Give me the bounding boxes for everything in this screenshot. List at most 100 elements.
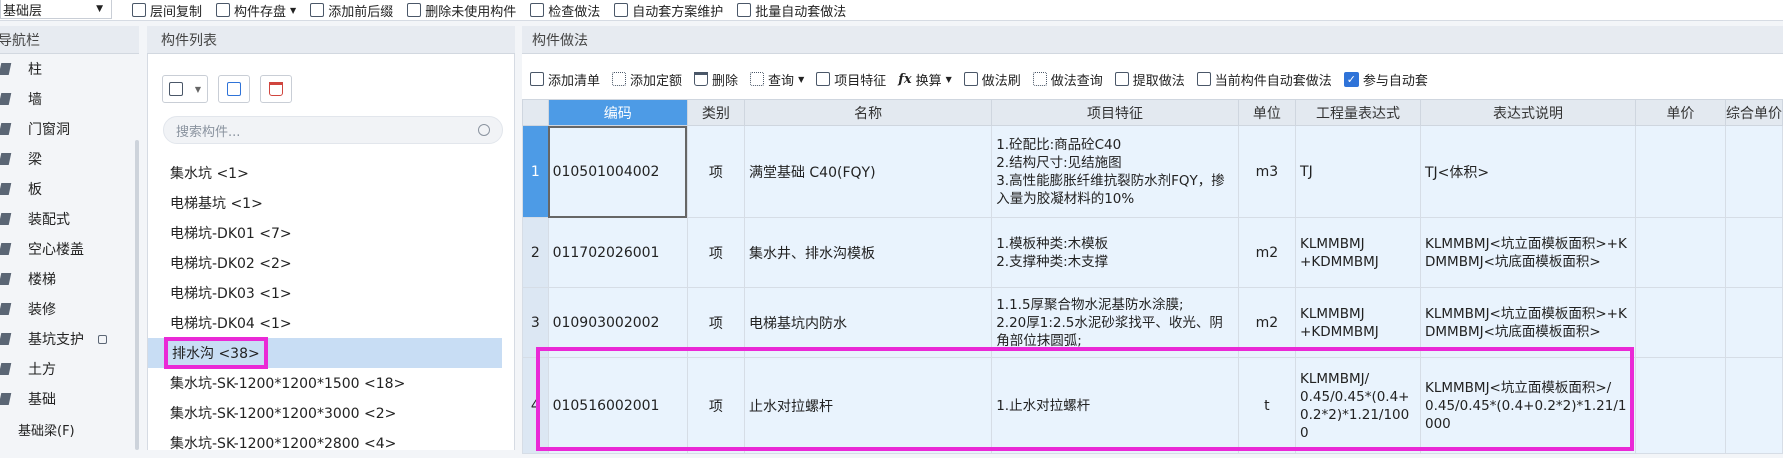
column-header[interactable]: 工程量表达式 <box>1295 99 1421 126</box>
total-price-cell[interactable] <box>1724 217 1783 288</box>
add-prefix-suffix-button[interactable]: 添加前后缀 <box>310 1 393 20</box>
code-cell[interactable]: 011702026001 <box>547 217 688 288</box>
desc-cell[interactable]: TJ<体积> <box>1420 125 1636 218</box>
unit-cell[interactable]: m2 <box>1237 217 1297 288</box>
convert-button[interactable]: fx 换算 ▼ <box>898 70 952 89</box>
price-cell[interactable] <box>1634 217 1726 288</box>
list-item[interactable]: 电梯坑-DK03 <1> <box>148 278 514 308</box>
current-auto-button[interactable]: 当前构件自动套做法 <box>1196 70 1332 89</box>
list-item[interactable]: 电梯基坑 <1> <box>148 188 514 218</box>
row-number[interactable]: 3 <box>522 287 549 358</box>
total-price-cell[interactable] <box>1724 357 1783 454</box>
method-query-button[interactable]: 做法查询 <box>1032 70 1103 89</box>
nav-item-pit-support[interactable]: 基坑支护 <box>0 324 139 354</box>
name-cell[interactable]: 止水对拉螺杆 <box>743 357 993 454</box>
expr-cell[interactable]: KLMMBMJ/ 0.45/0.45*(0.4+0.2*2)*1.21/1000 <box>1295 357 1421 454</box>
code-cell[interactable]: 010903002002 <box>547 287 688 358</box>
table-row[interactable]: 1 010501004002 项 满堂基础 C40(FQY) 1.砼配比:商品砼… <box>522 125 1783 218</box>
row-number[interactable]: 2 <box>522 217 549 288</box>
price-cell[interactable] <box>1634 357 1726 454</box>
column-header[interactable]: 项目特征 <box>991 99 1239 126</box>
participate-auto-checkbox[interactable]: ✓ 参与自动套 <box>1343 70 1428 89</box>
feature-cell[interactable]: 1.1.5厚聚合物水泥基防水涂膜; 2.20厚1:2.5水泥砂浆找平、收光、阴角… <box>991 287 1239 358</box>
table-row[interactable]: 4 010516002001 项 止水对拉螺杆 1.止水对拉螺杆 t KLMMB… <box>522 357 1783 454</box>
nav-item-hollow-floor[interactable]: 空心楼盖 <box>0 234 139 264</box>
nav-scrollbar[interactable] <box>135 140 139 450</box>
copy-between-layers-button[interactable]: 层间复制 <box>132 1 202 20</box>
name-cell[interactable]: 满堂基础 C40(FQY) <box>743 125 993 218</box>
feature-cell[interactable]: 1.砼配比:商品砼C40 2.结构尺寸:见结施图 3.高性能膨胀纤维抗裂防水剂F… <box>991 125 1239 218</box>
list-item[interactable]: 电梯坑-DK04 <1> <box>148 308 514 338</box>
type-cell[interactable]: 项 <box>686 217 745 288</box>
nav-item-beam[interactable]: 梁 <box>0 144 139 174</box>
table-row[interactable]: 2 011702026001 项 集水井、排水沟模板 1.模板种类:木模板 2.… <box>522 217 1783 288</box>
search-input[interactable]: 搜索构件... <box>163 116 503 144</box>
new-component-button[interactable]: ▼ <box>162 75 208 103</box>
add-quota-button[interactable]: 添加定额 <box>612 70 682 89</box>
expr-cell[interactable]: TJ <box>1295 125 1421 218</box>
nav-item-wall[interactable]: 墙 <box>0 84 139 114</box>
total-price-cell[interactable] <box>1724 287 1783 358</box>
unit-cell[interactable]: m3 <box>1237 125 1297 218</box>
copy-component-button[interactable] <box>218 75 250 103</box>
item-feature-button[interactable]: 项目特征 <box>816 70 886 89</box>
auto-scheme-button[interactable]: 自动套方案维护 <box>614 1 723 20</box>
method-brush-button[interactable]: 做法刷 <box>963 70 1021 89</box>
column-header[interactable]: 综合单价 <box>1724 99 1783 126</box>
delete-unused-button[interactable]: 删除未使用构件 <box>407 1 516 20</box>
list-item[interactable]: 集水坑 <1> <box>148 158 514 188</box>
delete-button[interactable]: 删除 <box>694 70 738 89</box>
column-header[interactable]: 名称 <box>743 99 993 126</box>
list-item[interactable]: 集水坑-SK-1200*1200*1500 <18> <box>148 368 514 398</box>
expr-cell[interactable]: KLMMBMJ +KDMMBMJ <box>1295 217 1421 288</box>
check-method-button[interactable]: 检查做法 <box>530 1 600 20</box>
type-cell[interactable]: 项 <box>686 287 745 358</box>
column-header[interactable]: 编码 <box>547 99 688 126</box>
unit-cell[interactable]: t <box>1237 357 1297 454</box>
desc-cell[interactable]: KLMMBMJ<坑立面模板面积>/ 0.45/0.45*(0.4+0.2*2)*… <box>1420 357 1636 454</box>
save-component-button[interactable]: 构件存盘 ▼ <box>216 1 296 20</box>
code-cell[interactable]: 010501004002 <box>547 125 688 218</box>
nav-item-stairs[interactable]: 楼梯 <box>0 264 139 294</box>
column-header[interactable]: 单价 <box>1634 99 1726 126</box>
feature-cell[interactable]: 1.止水对拉螺杆 <box>991 357 1239 454</box>
nav-item-foundation[interactable]: 基础 <box>0 384 139 414</box>
desc-cell[interactable]: KLMMBMJ<坑立面模板面积>+KDMMBMJ<坑底面模板面积> <box>1420 217 1636 288</box>
list-item[interactable]: 电梯坑-DK02 <2> <box>148 248 514 278</box>
nav-item-prefab[interactable]: 装配式 <box>0 204 139 234</box>
layer-select[interactable]: 基础层 ▼ <box>0 0 112 19</box>
list-item[interactable]: 集水坑-SK-1200*1200*2800 <4> <box>148 428 514 458</box>
query-button[interactable]: 查询 ▼ <box>750 70 804 89</box>
nav-item-foundation-beam[interactable]: 基础梁(F) <box>0 414 139 444</box>
nav-item-column[interactable]: 柱 <box>0 54 139 84</box>
extract-method-button[interactable]: 提取做法 <box>1114 70 1185 89</box>
name-cell[interactable]: 集水井、排水沟模板 <box>743 217 993 288</box>
nav-item-decoration[interactable]: 装修 <box>0 294 139 324</box>
code-cell[interactable]: 010516002001 <box>547 357 688 454</box>
total-price-cell[interactable] <box>1724 125 1783 218</box>
column-header[interactable]: 类别 <box>686 99 745 126</box>
type-cell[interactable]: 项 <box>686 357 745 454</box>
price-cell[interactable] <box>1634 287 1726 358</box>
nav-item-slab[interactable]: 板 <box>0 174 139 204</box>
desc-cell[interactable]: KLMMBMJ<坑立面模板面积>+KDMMBMJ<坑底面模板面积> <box>1420 287 1636 358</box>
list-item[interactable]: 电梯坑-DK01 <7> <box>148 218 514 248</box>
row-number[interactable]: 4 <box>522 357 549 454</box>
expr-cell[interactable]: KLMMBMJ +KDMMBMJ <box>1295 287 1421 358</box>
delete-component-button[interactable] <box>260 75 292 103</box>
batch-auto-button[interactable]: 批量自动套做法 <box>737 1 846 20</box>
name-cell[interactable]: 电梯基坑内防水 <box>743 287 993 358</box>
list-item-selected[interactable]: 排水沟 <38> <box>148 337 502 369</box>
price-cell[interactable] <box>1634 125 1726 218</box>
type-cell[interactable]: 项 <box>686 125 745 218</box>
feature-cell[interactable]: 1.模板种类:木模板 2.支撑种类:木支撑 <box>991 217 1239 288</box>
column-header[interactable]: 表达式说明 <box>1420 99 1636 126</box>
list-item[interactable]: 集水坑-SK-1200*1200*3000 <2> <box>148 398 514 428</box>
row-number[interactable]: 1 <box>522 125 549 218</box>
table-row[interactable]: 3 010903002002 项 电梯基坑内防水 1.1.5厚聚合物水泥基防水涂… <box>522 287 1783 358</box>
column-header[interactable]: 单位 <box>1237 99 1297 126</box>
nav-item-openings[interactable]: 门窗洞 <box>0 114 139 144</box>
nav-item-earthwork[interactable]: 土方 <box>0 354 139 384</box>
unit-cell[interactable]: m2 <box>1237 287 1297 358</box>
add-bill-button[interactable]: 添加清单 <box>530 70 600 89</box>
